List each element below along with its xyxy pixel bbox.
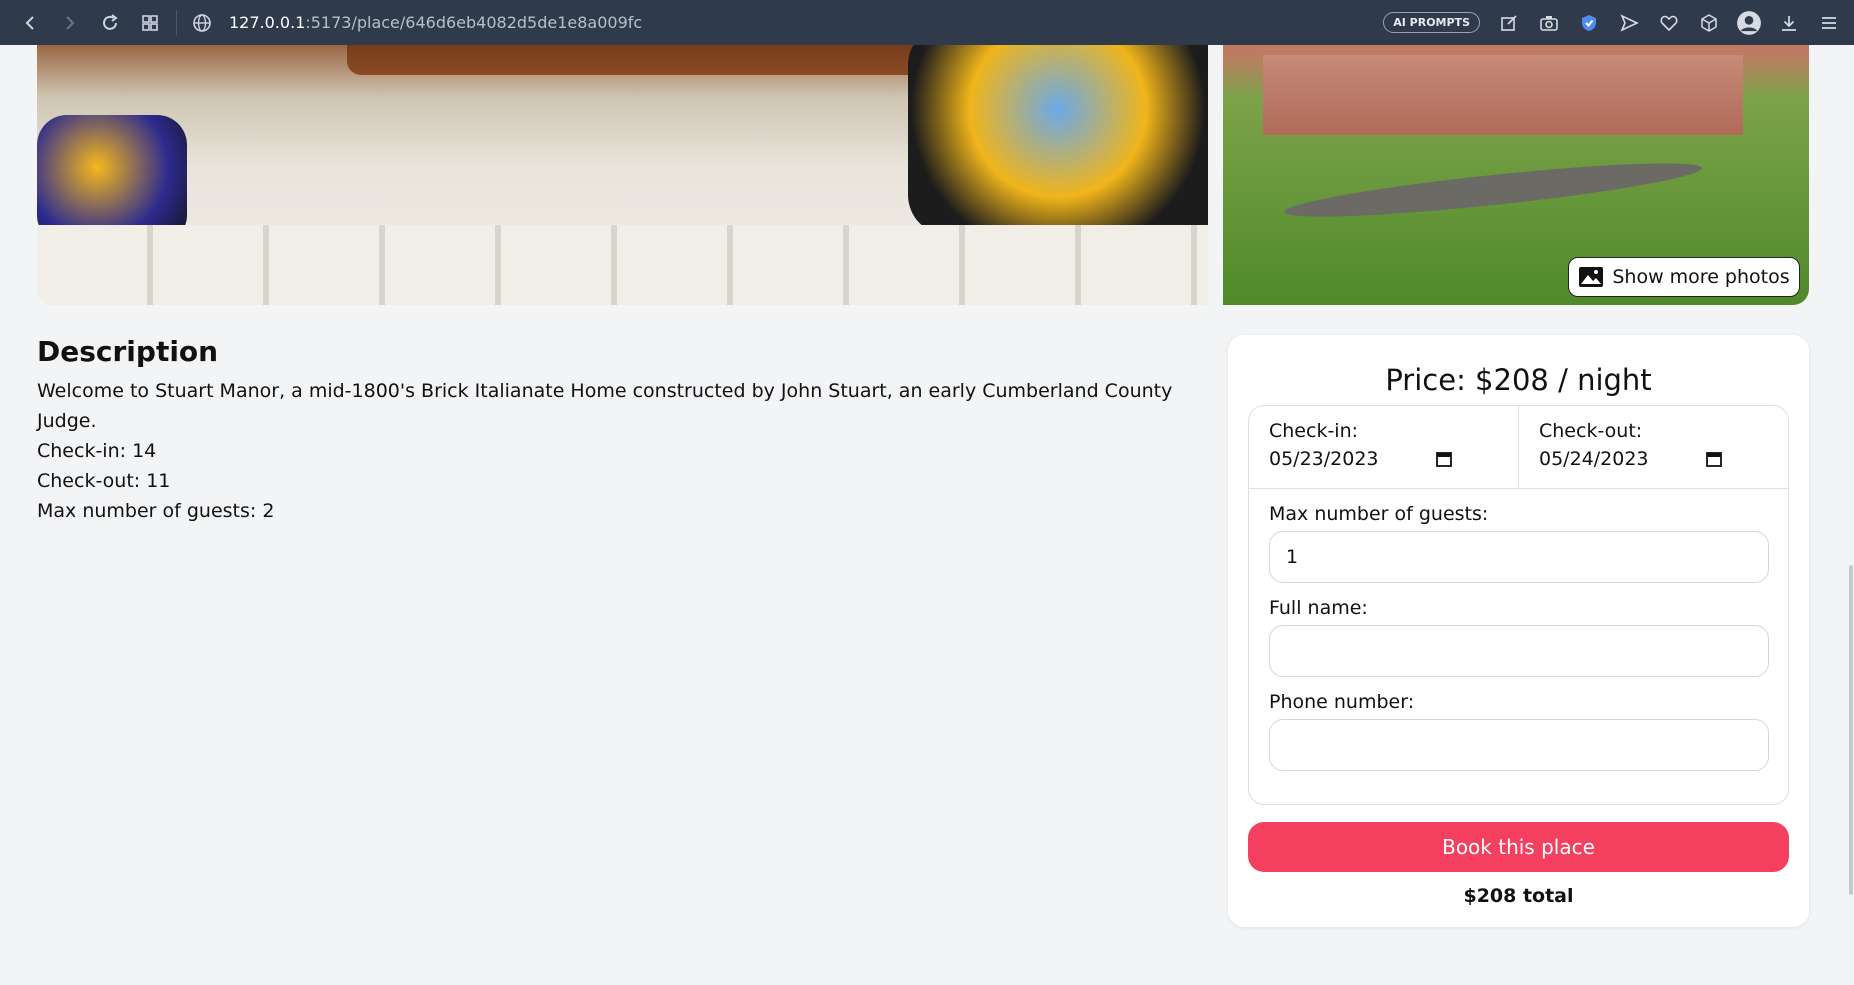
browser-toolbar: 127.0.0.1:5173/place/646d6eb4082d5de1e8a… (0, 0, 1854, 45)
nav-buttons (10, 5, 170, 41)
check-out-field: Check-out: 05/24/2023 (1518, 406, 1788, 488)
show-more-photos-button[interactable]: Show more photos (1568, 257, 1800, 297)
check-out-info: Check-out: 11 (37, 470, 171, 492)
shield-icon[interactable] (1572, 6, 1606, 40)
send-icon[interactable] (1612, 6, 1646, 40)
secondary-photo[interactable]: Show more photos (1223, 45, 1809, 305)
check-out-date-input[interactable]: 05/24/2023 (1539, 448, 1723, 470)
cube-icon[interactable] (1692, 6, 1726, 40)
camera-icon[interactable] (1532, 6, 1566, 40)
download-icon[interactable] (1772, 6, 1806, 40)
place-page: Show more photos Description Welcome to … (0, 45, 1854, 985)
check-out-date-value: 05/24/2023 (1539, 448, 1649, 470)
url-path: :5173/place/646d6eb4082d5de1e8a009fc (305, 13, 643, 32)
description-text: Welcome to Stuart Manor, a mid-1800's Br… (37, 380, 1173, 432)
check-in-date-input[interactable]: 05/23/2023 (1269, 448, 1453, 470)
toolbar-actions: AI PROMPTS (1383, 6, 1846, 40)
booking-widget: Price: $208 / night Check-in: 05/23/2023… (1228, 335, 1809, 927)
full-name-label: Full name: (1269, 597, 1368, 619)
full-name-input[interactable] (1269, 625, 1769, 677)
scrollbar-thumb[interactable] (1849, 565, 1853, 895)
toolbar-divider (176, 9, 177, 36)
photo-table-shape (347, 45, 997, 75)
heart-icon[interactable] (1652, 6, 1686, 40)
page-scrollbar[interactable] (1848, 45, 1854, 985)
check-out-label: Check-out: (1539, 420, 1643, 442)
main-photo[interactable] (37, 45, 1208, 305)
check-in-info: Check-in: 14 (37, 440, 157, 462)
globe-icon (193, 13, 211, 32)
guests-field: Max number of guests: 1 (1249, 489, 1788, 583)
tabs-grid-icon[interactable] (130, 5, 170, 41)
phone-field: Phone number: (1249, 677, 1788, 771)
book-button[interactable]: Book this place (1248, 822, 1789, 872)
description-section: Description Welcome to Stuart Manor, a m… (37, 335, 1177, 526)
phone-label: Phone number: (1269, 691, 1415, 713)
profile-icon[interactable] (1732, 6, 1766, 40)
max-guests-info: Max number of guests: 2 (37, 500, 275, 522)
calendar-icon[interactable] (1705, 450, 1723, 468)
back-icon[interactable] (10, 5, 50, 41)
guests-label: Max number of guests: (1269, 503, 1489, 525)
phone-input[interactable] (1269, 719, 1769, 771)
date-fields: Check-in: 05/23/2023 Check-out: 05/24/20… (1249, 406, 1788, 489)
photo-driveway-shape (1282, 153, 1704, 227)
check-in-label: Check-in: (1269, 420, 1359, 442)
check-in-field: Check-in: 05/23/2023 (1249, 406, 1518, 488)
edit-icon[interactable] (1492, 6, 1526, 40)
ai-prompts-button[interactable]: AI PROMPTS (1383, 12, 1480, 33)
forward-icon[interactable] (50, 5, 90, 41)
check-in-date-value: 05/23/2023 (1269, 448, 1379, 470)
full-name-field: Full name: (1249, 583, 1788, 677)
description-heading: Description (37, 335, 219, 368)
guests-input[interactable]: 1 (1269, 531, 1769, 583)
menu-icon[interactable] (1812, 6, 1846, 40)
photo-sofa-shape (37, 225, 1208, 305)
calendar-icon[interactable] (1435, 450, 1453, 468)
photo-house-shape (1263, 55, 1743, 135)
total-price: $208 total (1463, 885, 1574, 907)
image-icon (1579, 267, 1604, 287)
photo-pillow-shape (908, 45, 1208, 235)
price-per-night: Price: $208 / night (1385, 363, 1652, 397)
url-host: 127.0.0.1 (229, 13, 306, 32)
show-more-photos-label: Show more photos (1612, 266, 1790, 288)
booking-form: Check-in: 05/23/2023 Check-out: 05/24/20… (1248, 405, 1789, 805)
reload-icon[interactable] (90, 5, 130, 41)
address-bar[interactable]: 127.0.0.1:5173/place/646d6eb4082d5de1e8a… (191, 12, 642, 34)
